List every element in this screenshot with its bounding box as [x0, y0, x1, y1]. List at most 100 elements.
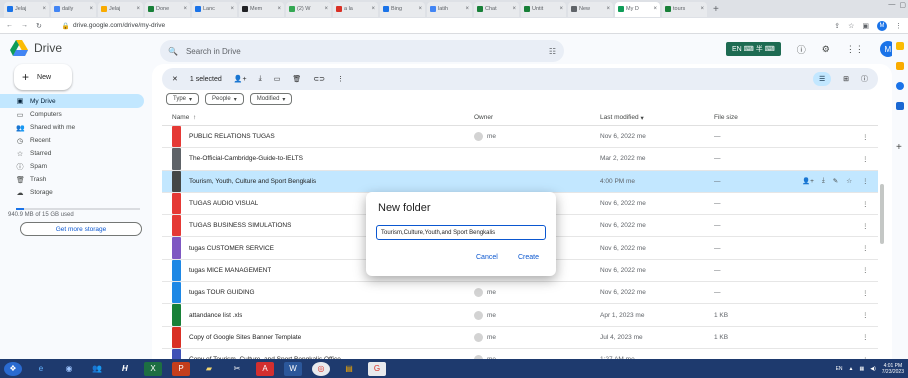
sidepanel-icon[interactable]: ▣	[862, 22, 869, 30]
share-people-icon[interactable]: 👤+	[234, 75, 247, 83]
more-actions-icon[interactable]: ⋮	[337, 75, 344, 83]
volume-icon[interactable]: ◀)	[870, 366, 876, 372]
browser-tab[interactable]: daily ×	[51, 1, 96, 17]
reload-icon[interactable]: ↻	[36, 22, 42, 30]
sidebar-item-my-drive[interactable]: ▣ My Drive	[0, 94, 144, 108]
sidebar-item-shared-with-me[interactable]: 👥 Shared with me	[0, 121, 144, 134]
winamp-icon[interactable]: 𝑯	[116, 362, 134, 376]
table-row[interactable]: tugas TOUR GUIDING me Nov 6, 2022 me — ⋮	[162, 282, 878, 305]
row-more-icon[interactable]: ⋮	[862, 304, 872, 325]
media-icon[interactable]: ◉	[60, 362, 78, 376]
sidebar-item-trash[interactable]: 🗑 Trash	[0, 173, 144, 186]
details-info-icon[interactable]: ⓘ	[861, 74, 868, 84]
browser-profile-avatar[interactable]: M	[877, 20, 887, 31]
chrome-window-icon[interactable]: G	[368, 361, 386, 376]
header-owner[interactable]: Owner	[474, 110, 493, 125]
header-modified[interactable]: Last modified ▾	[600, 110, 644, 125]
link-icon[interactable]: ⊂⊃	[313, 75, 325, 83]
calendar-icon[interactable]	[896, 42, 904, 50]
share-icon[interactable]: ⇪	[834, 22, 840, 30]
tab-close-icon[interactable]: ×	[512, 6, 516, 12]
word-icon[interactable]: W	[284, 361, 302, 376]
browser-tab[interactable]: Jelaj ×	[4, 1, 49, 17]
forward-icon[interactable]: →	[21, 22, 28, 29]
filter-chip-modified[interactable]: Modified ▾	[249, 93, 293, 105]
keep-icon[interactable]	[896, 62, 904, 70]
tab-close-icon[interactable]: ×	[653, 6, 657, 12]
star-icon[interactable]: ☆	[846, 171, 852, 192]
browser-tab[interactable]: Done ×	[145, 1, 190, 17]
browser-tab[interactable]: Chat ×	[474, 1, 519, 17]
browser-tab[interactable]: Lanc ×	[192, 1, 237, 17]
tab-close-icon[interactable]: ×	[465, 6, 469, 12]
move-icon[interactable]: ▭	[274, 75, 281, 83]
excel-icon[interactable]: X	[144, 361, 162, 376]
download-icon[interactable]: ⤓	[822, 171, 825, 192]
tab-close-icon[interactable]: ×	[136, 6, 140, 12]
table-row[interactable]: Tourism, Youth, Culture and Sport Bengka…	[162, 170, 878, 193]
table-row[interactable]: Copy of Google Sites Banner Template me Ju…	[162, 326, 878, 349]
sidebar-item-recent[interactable]: ◷ Recent	[0, 134, 144, 147]
browser-tab[interactable]: Mem ×	[239, 1, 284, 17]
filter-chip-type[interactable]: Type ▾	[166, 93, 200, 105]
people-icon[interactable]: 👥	[88, 362, 106, 376]
browser-tab[interactable]: Bing ×	[380, 1, 425, 17]
new-tab-button[interactable]: +	[709, 4, 723, 15]
pdf-icon[interactable]: A	[256, 361, 274, 376]
restore-icon[interactable]: ▢	[899, 1, 906, 9]
tab-close-icon[interactable]: ×	[324, 6, 328, 12]
browser-tab[interactable]: My D ×	[615, 1, 660, 17]
header-name[interactable]: Name ↑	[172, 110, 196, 125]
grid-view-icon[interactable]: ⊞	[843, 75, 849, 83]
browser-tab[interactable]: latih ×	[427, 1, 472, 17]
tab-close-icon[interactable]: ×	[277, 6, 281, 12]
browser-tab[interactable]: Untit ×	[521, 1, 566, 17]
tab-close-icon[interactable]: ×	[559, 6, 563, 12]
browser-tab[interactable]: New ×	[568, 1, 613, 17]
tab-close-icon[interactable]: ×	[371, 6, 375, 12]
sidebar-item-storage[interactable]: ☁ Storage	[0, 186, 144, 199]
chrome-icon[interactable]: ◎	[312, 361, 330, 376]
browser-tab[interactable]: (2) W ×	[286, 1, 331, 17]
tab-close-icon[interactable]: ×	[418, 6, 422, 12]
trash-icon[interactable]: 🗑	[292, 75, 301, 83]
browser-tab[interactable]: Jelaj ×	[98, 1, 143, 17]
powerpoint-icon[interactable]: P	[172, 361, 190, 376]
bookmark-star-icon[interactable]: ☆	[848, 22, 854, 30]
tab-close-icon[interactable]: ×	[700, 6, 704, 12]
search-input[interactable]: Search in Drive	[186, 47, 241, 56]
row-more-icon[interactable]: ⋮	[862, 193, 872, 214]
tab-close-icon[interactable]: ×	[230, 6, 234, 12]
filter-chip-people[interactable]: People ▾	[205, 93, 244, 105]
folder-icon[interactable]: ▰	[200, 362, 218, 376]
network-icon[interactable]: ▦	[860, 366, 865, 372]
new-button[interactable]: + New	[14, 64, 72, 90]
tab-close-icon[interactable]: ×	[183, 6, 187, 12]
row-more-icon[interactable]: ⋮	[862, 215, 872, 236]
add-addon-icon[interactable]: +	[896, 143, 904, 153]
download-icon[interactable]: ⤓	[259, 75, 262, 83]
sidebar-item-spam[interactable]: ⓘ Spam	[0, 160, 144, 173]
language-indicator[interactable]: EN	[836, 366, 843, 372]
back-icon[interactable]: ←	[6, 22, 13, 29]
drive-logo[interactable]: Drive	[10, 40, 62, 56]
scrollbar[interactable]	[880, 184, 884, 244]
tools-icon[interactable]: ✂	[228, 362, 246, 376]
create-button[interactable]: Create	[518, 254, 539, 261]
row-more-icon[interactable]: ⋮	[862, 126, 872, 147]
start-icon[interactable]: ❖	[4, 361, 22, 376]
folder-name-input[interactable]: Tourism,Culture,Youth,and Sport Bengkali…	[376, 225, 546, 240]
contacts-icon[interactable]	[896, 102, 904, 110]
tab-close-icon[interactable]: ×	[42, 6, 46, 12]
cancel-button[interactable]: Cancel	[476, 254, 498, 261]
sidebar-item-starred[interactable]: ☆ Starred	[0, 147, 144, 160]
row-more-icon[interactable]: ⋮	[862, 327, 872, 348]
browser-tab[interactable]: a la ×	[333, 1, 378, 17]
ie-icon[interactable]: e	[32, 362, 50, 376]
tasks-icon[interactable]	[896, 82, 904, 90]
rename-icon[interactable]: ✎	[833, 171, 838, 192]
tray-arrow-icon[interactable]: ▲	[849, 366, 854, 372]
apps-grid-icon[interactable]: ⋮⋮	[846, 44, 864, 55]
row-more-icon[interactable]: ⋮	[862, 237, 872, 258]
row-more-icon[interactable]: ⋮	[862, 148, 872, 169]
